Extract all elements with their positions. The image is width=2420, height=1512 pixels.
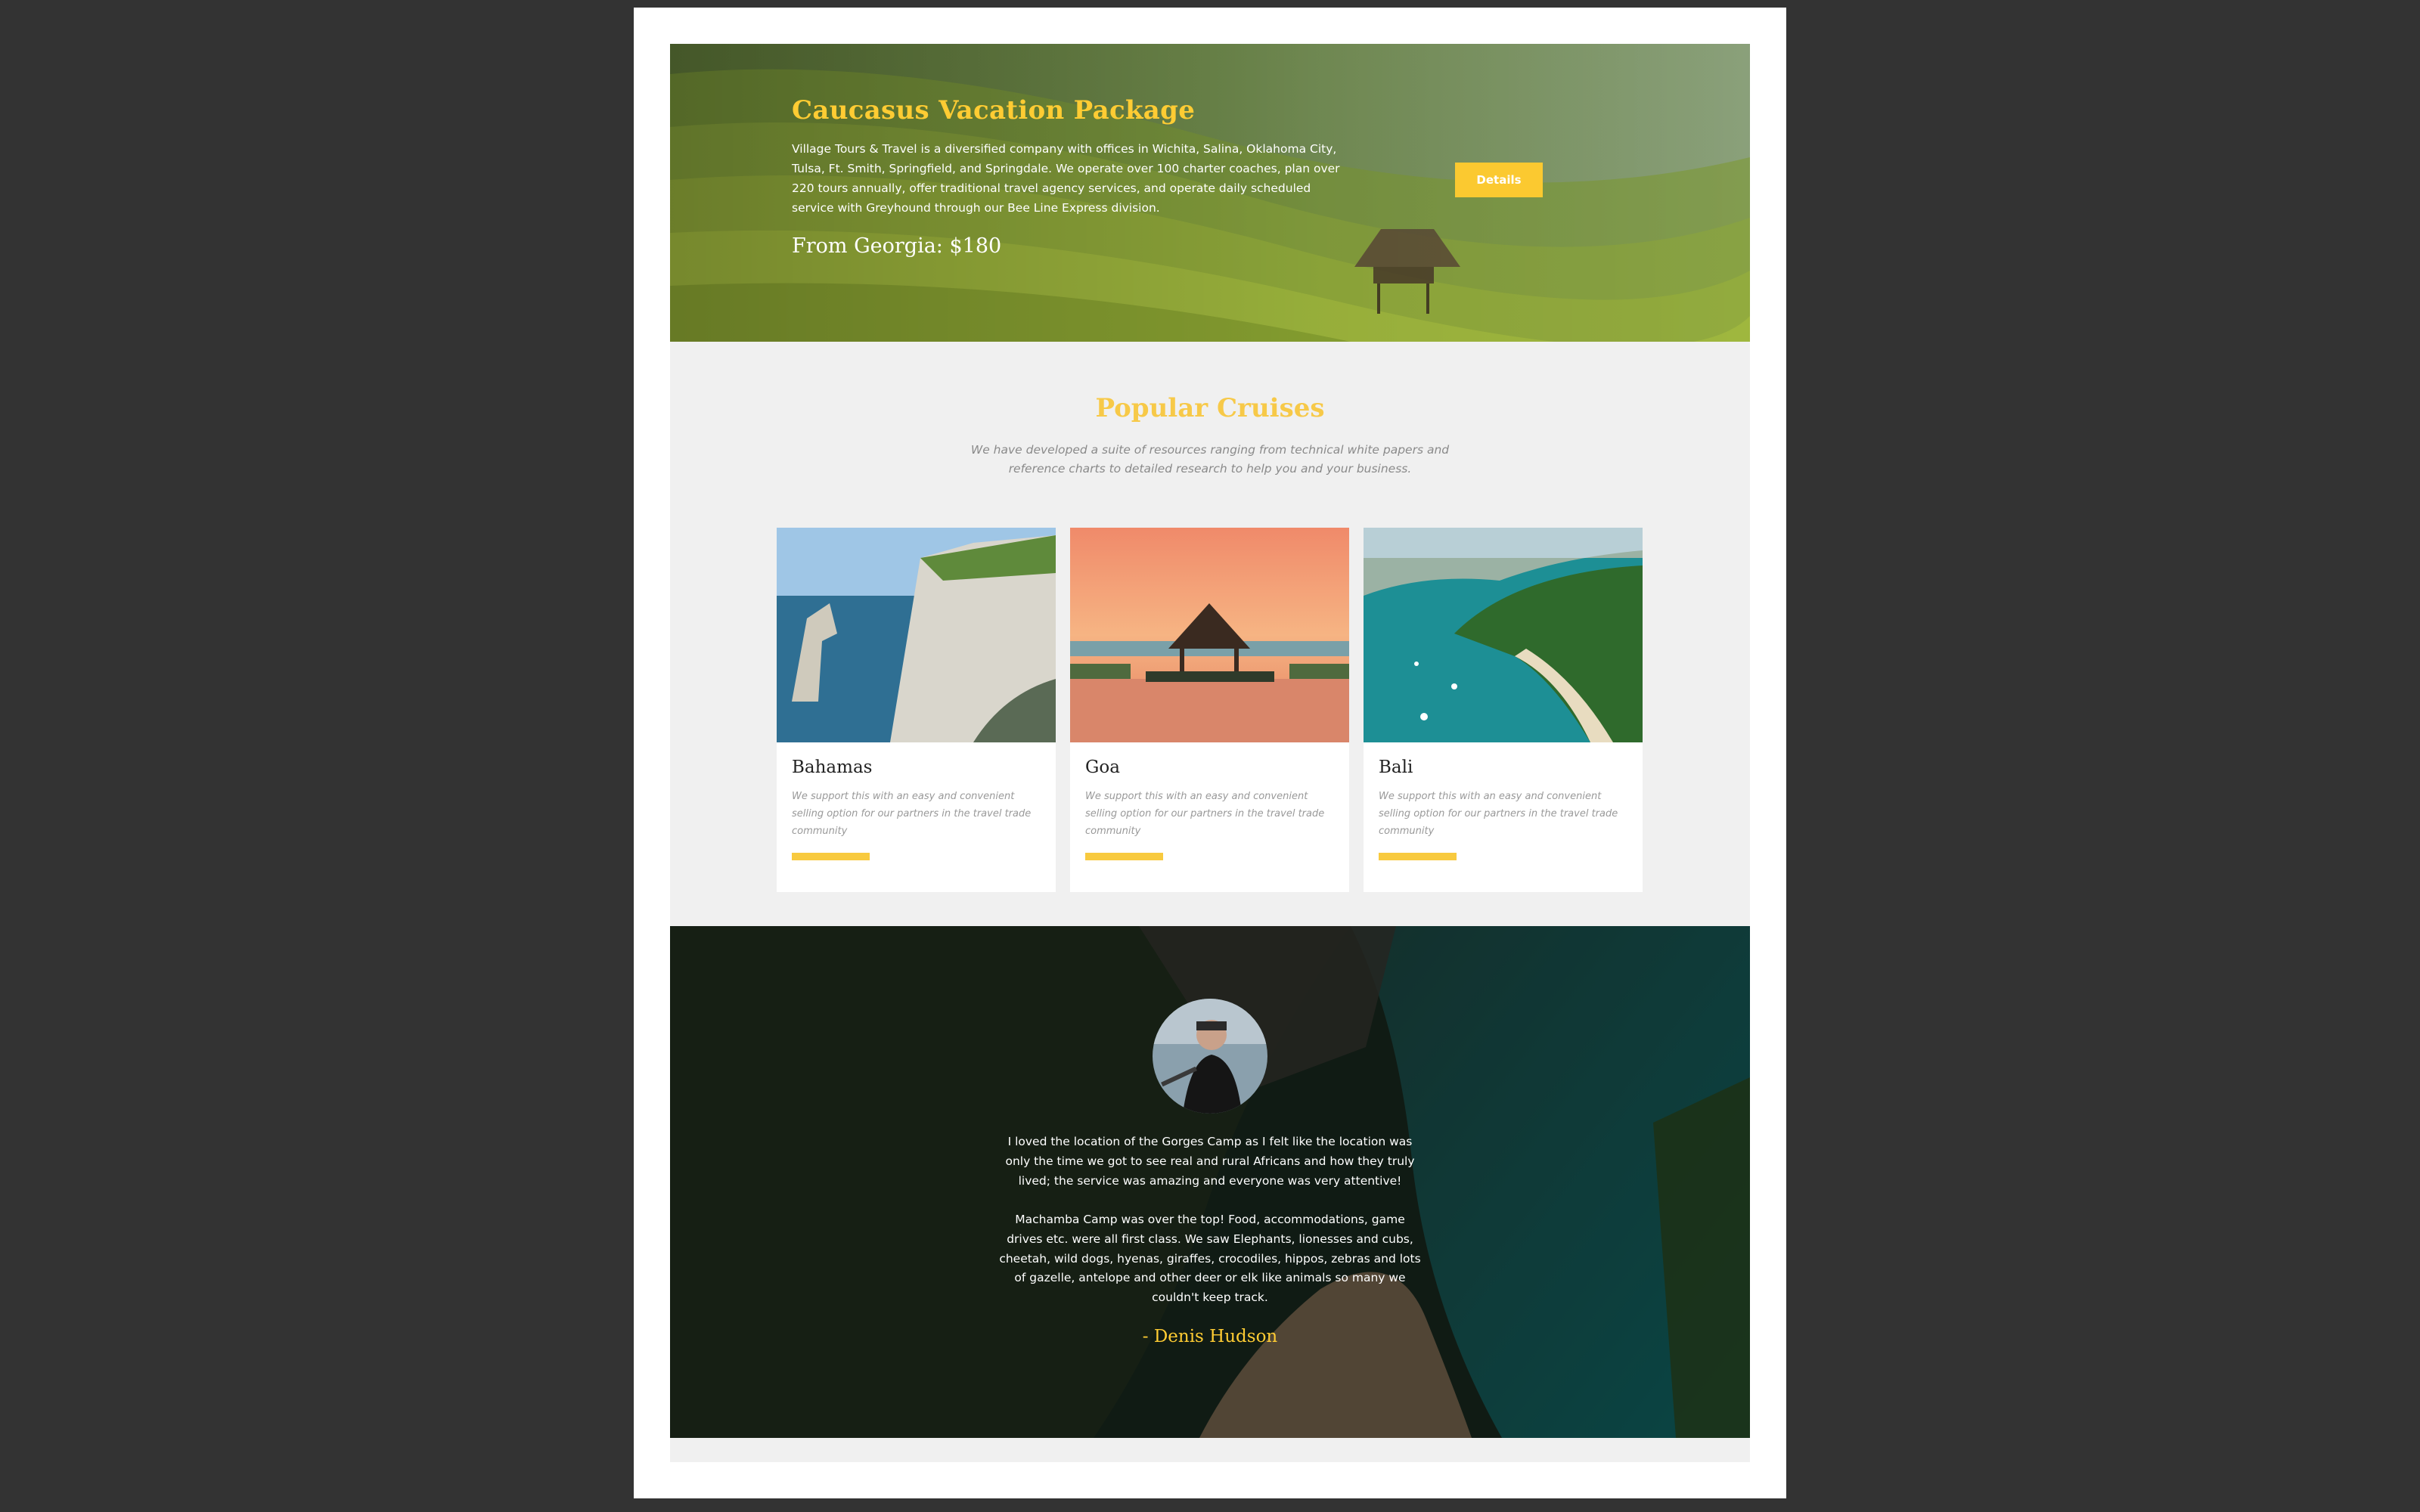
details-button[interactable]: Details bbox=[1455, 163, 1543, 197]
testimonial-paragraph-1: I loved the location of the Gorges Camp … bbox=[1005, 1135, 1415, 1188]
card-description: We support this with an easy and conveni… bbox=[1085, 791, 1325, 837]
testimonial-paragraph-2: Machamba Camp was over the top! Food, ac… bbox=[999, 1213, 1421, 1305]
hero-banner: Caucasus Vacation Package Village Tours … bbox=[670, 44, 1750, 342]
page-frame: Caucasus Vacation Package Village Tours … bbox=[634, 8, 1786, 1498]
cruise-card-goa[interactable]: Goa We support this with an easy and con… bbox=[1070, 528, 1349, 892]
page-content: Caucasus Vacation Package Village Tours … bbox=[670, 44, 1750, 1462]
hero-price: From Georgia: $180 bbox=[792, 234, 1002, 258]
section-title: Popular Cruises bbox=[1095, 393, 1325, 423]
card-description: We support this with an easy and conveni… bbox=[792, 791, 1032, 837]
testimonial-author: - Denis Hudson bbox=[1142, 1327, 1278, 1346]
reviewer-avatar bbox=[1153, 999, 1267, 1114]
hero-text-block: Caucasus Vacation Package Village Tours … bbox=[792, 95, 1351, 258]
bahamas-cliffs-image bbox=[777, 528, 1056, 742]
card-title: Bahamas bbox=[792, 758, 873, 777]
hero-title: Caucasus Vacation Package bbox=[792, 95, 1196, 125]
cruise-card-bali[interactable]: Bali We support this with an easy and co… bbox=[1364, 528, 1643, 892]
testimonial-section: I loved the location of the Gorges Camp … bbox=[670, 926, 1750, 1438]
cruise-card-bahamas[interactable]: Bahamas We support this with an easy and… bbox=[777, 528, 1056, 892]
hero-description: Village Tours & Travel is a diversified … bbox=[792, 142, 1340, 215]
goa-pavilion-image bbox=[1070, 528, 1349, 742]
card-title: Bali bbox=[1379, 758, 1413, 777]
card-title: Goa bbox=[1085, 758, 1120, 777]
card-description: We support this with an easy and conveni… bbox=[1379, 791, 1618, 837]
bali-bay-image bbox=[1364, 528, 1643, 742]
card-accent-bar[interactable] bbox=[1379, 853, 1457, 860]
reviewer-photo bbox=[1153, 999, 1267, 1114]
card-accent-bar[interactable] bbox=[792, 853, 870, 860]
card-accent-bar[interactable] bbox=[1085, 853, 1163, 860]
section-subtitle: We have developed a suite of resources r… bbox=[970, 443, 1450, 476]
